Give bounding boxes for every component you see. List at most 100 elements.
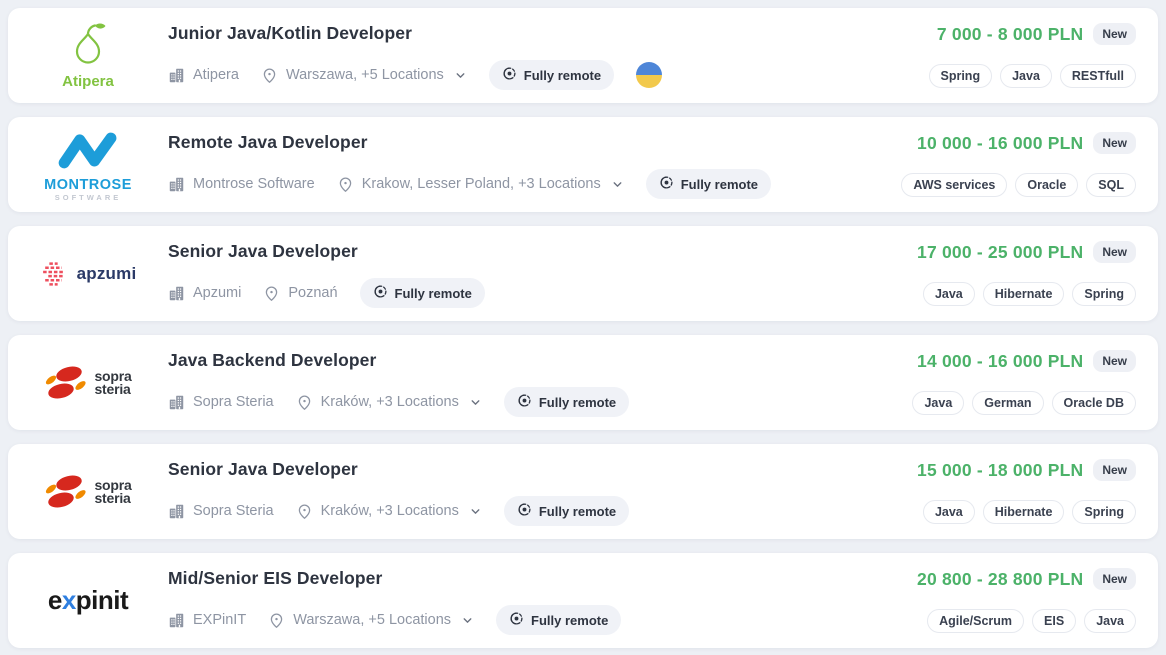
sopra-mark-icon [44, 361, 88, 405]
chevron-down-icon[interactable] [454, 69, 467, 82]
new-badge: New [1093, 241, 1136, 263]
skill-tag: Java [1084, 609, 1136, 633]
company-group: Montrose Software [168, 176, 315, 193]
skill-tag: Agile/Scrum [927, 609, 1024, 633]
job-card[interactable]: expinit Mid/Senior EIS Developer [8, 553, 1158, 648]
salary-row: 14 000 - 16 000 PLN New [917, 350, 1136, 372]
job-card[interactable]: apzumi Senior Java Developer [8, 226, 1158, 321]
location-pin-icon [296, 503, 313, 520]
fully-remote-badge: Fully remote [489, 60, 614, 90]
location-group[interactable]: Warszawa, +5 Locations [261, 67, 467, 84]
location-group[interactable]: Warszawa, +5 Locations [268, 612, 474, 629]
job-meta: EXPinIT Warszawa, +5 Locations [168, 605, 917, 635]
salary-range: 10 000 - 16 000 PLN [917, 133, 1083, 154]
remote-target-icon [502, 66, 517, 84]
company-name: EXPinIT [193, 612, 246, 628]
location-text: Warszawa, +5 Locations [286, 67, 444, 83]
fully-remote-badge: Fully remote [504, 387, 629, 417]
fully-remote-badge: Fully remote [360, 278, 485, 308]
chevron-down-icon[interactable] [469, 505, 482, 518]
montrose-logo: MONTROSE SOFTWARE [44, 128, 132, 202]
skill-tag: Java [923, 500, 975, 524]
atipera-logo: Atipera [62, 21, 114, 90]
building-icon [168, 67, 185, 84]
chevron-down-icon[interactable] [469, 396, 482, 409]
remote-target-icon [517, 393, 532, 411]
location-pin-icon [268, 612, 285, 629]
company-logo: sopra steria [8, 444, 168, 539]
montrose-mark-icon [51, 128, 125, 172]
skill-tag: Spring [1072, 500, 1136, 524]
skill-tag: Java [912, 391, 964, 415]
location-text: Kraków, +3 Locations [321, 394, 459, 410]
company-name: Sopra Steria [193, 503, 274, 519]
tag-list: JavaHibernateSpring [923, 500, 1136, 524]
salary-range: 20 800 - 28 800 PLN [917, 569, 1083, 590]
salary-row: 15 000 - 18 000 PLN New [917, 459, 1136, 481]
fully-remote-label: Fully remote [539, 395, 616, 410]
location-text: Kraków, +3 Locations [321, 503, 459, 519]
building-icon [168, 394, 185, 411]
job-list: Atipera Junior Java/Kotlin Developer [0, 0, 1166, 648]
company-logo: sopra steria [8, 335, 168, 430]
remote-target-icon [373, 284, 388, 302]
building-icon [168, 176, 185, 193]
company-logo: apzumi [8, 226, 168, 321]
apzumi-logo: apzumi [40, 260, 137, 287]
sopra-logo-text-line2: steria [94, 383, 131, 396]
job-card[interactable]: Atipera Junior Java/Kotlin Developer [8, 8, 1158, 103]
new-badge: New [1093, 350, 1136, 372]
company-name: Atipera [193, 67, 239, 83]
apzumi-logo-text: apzumi [77, 264, 137, 284]
chevron-down-icon[interactable] [611, 178, 624, 191]
skill-tag: German [972, 391, 1043, 415]
job-card[interactable]: sopra steria Java Backend Developer [8, 335, 1158, 430]
company-name: Montrose Software [193, 176, 315, 192]
sopra-logo-text-line2: steria [94, 492, 131, 505]
expinit-logo: expinit [48, 585, 128, 616]
location-group[interactable]: Krakow, Lesser Poland, +3 Locations [337, 176, 624, 193]
job-card[interactable]: MONTROSE SOFTWARE Remote Java Developer [8, 117, 1158, 212]
location-text: Warszawa, +5 Locations [293, 612, 451, 628]
skill-tag: Oracle [1015, 173, 1078, 197]
location-text: Krakow, Lesser Poland, +3 Locations [362, 176, 601, 192]
skill-tag: RESTfull [1060, 64, 1136, 88]
chevron-down-icon[interactable] [461, 614, 474, 627]
company-group: Sopra Steria [168, 394, 274, 411]
location-text: Poznań [288, 285, 337, 301]
skill-tag: SQL [1086, 173, 1136, 197]
skill-tag: EIS [1032, 609, 1076, 633]
atipera-logo-text: Atipera [62, 73, 114, 90]
remote-target-icon [659, 175, 674, 193]
job-meta: Atipera Warszawa, +5 Locations [168, 60, 929, 90]
skill-tag: Java [923, 282, 975, 306]
job-meta: Sopra Steria Kraków, +3 Locations [168, 387, 912, 417]
montrose-logo-text: MONTROSE [44, 178, 132, 193]
tag-list: JavaHibernateSpring [923, 282, 1136, 306]
tag-list: AWS servicesOracleSQL [901, 173, 1136, 197]
fully-remote-badge: Fully remote [496, 605, 621, 635]
salary-row: 17 000 - 25 000 PLN New [917, 241, 1136, 263]
location-group[interactable]: Kraków, +3 Locations [296, 394, 482, 411]
pear-icon [68, 21, 108, 67]
company-group: Atipera [168, 67, 239, 84]
job-meta: Sopra Steria Kraków, +3 Locations [168, 496, 917, 526]
location-pin-icon [263, 285, 280, 302]
location-group[interactable]: Poznań [263, 285, 337, 302]
salary-range: 17 000 - 25 000 PLN [917, 242, 1083, 263]
building-icon [168, 285, 185, 302]
skill-tag: Hibernate [983, 282, 1065, 306]
location-group[interactable]: Kraków, +3 Locations [296, 503, 482, 520]
tag-list: SpringJavaRESTfull [929, 64, 1137, 88]
job-title: Remote Java Developer [168, 132, 901, 153]
salary-row: 20 800 - 28 800 PLN New [917, 568, 1136, 590]
job-meta: Montrose Software Krakow, Lesser Poland,… [168, 169, 901, 199]
sopra-mark-icon [44, 470, 88, 514]
company-group: Sopra Steria [168, 503, 274, 520]
fully-remote-label: Fully remote [531, 613, 608, 628]
fully-remote-label: Fully remote [681, 177, 758, 192]
job-card[interactable]: sopra steria Senior Java Developer [8, 444, 1158, 539]
company-logo: MONTROSE SOFTWARE [8, 117, 168, 212]
company-group: EXPinIT [168, 612, 246, 629]
salary-range: 15 000 - 18 000 PLN [917, 460, 1083, 481]
